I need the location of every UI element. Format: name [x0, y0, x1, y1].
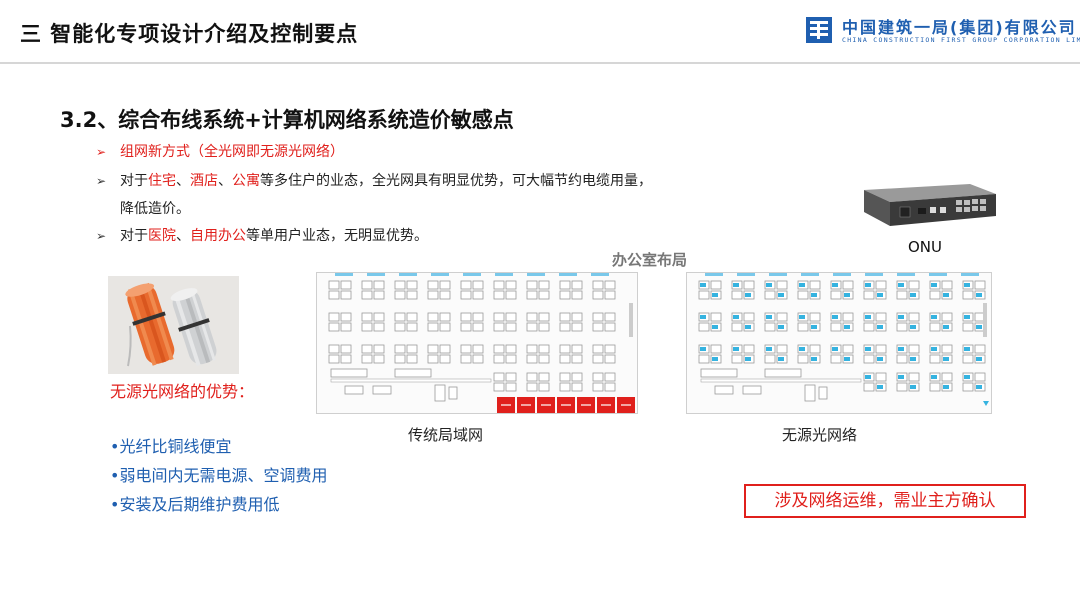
bullet-list: ➢ 组网新方式（全光网即无源光网络） ➢ 对于住宅、酒店、公寓等多住户的业态，全…: [96, 138, 736, 251]
company-name-cn: 中国建筑一局(集团)有限公司: [842, 18, 1077, 37]
separator: 、: [218, 173, 232, 189]
arrow-bullet-icon: ➢: [96, 145, 107, 159]
notice-box: 涉及网络运维，需业主方确认: [744, 484, 1026, 518]
traditional-lan-floorplan: [316, 272, 638, 414]
bullet-item: ➢ 组网新方式（全光网即无源光网络）: [96, 138, 736, 167]
bullet-continuation: 降低造价。: [120, 201, 190, 217]
bullet-text: 等单用户业态，无明显优势。: [246, 228, 428, 244]
section-title: 3.2、综合布线系统+计算机网络系统造价敏感点: [60, 108, 514, 132]
company-name-en: CHINA CONSTRUCTION FIRST GROUP CORPORATI…: [842, 36, 1080, 44]
traditional-lan-label: 传统局域网: [408, 426, 484, 444]
highlight-hotel: 酒店: [190, 173, 218, 189]
diagram-title: 办公室布局: [612, 251, 688, 269]
bullet-text: 组网新方式（全光网即无源光网络）: [120, 144, 344, 160]
onu-label: ONU: [908, 238, 943, 256]
company-logo-icon: [806, 17, 832, 43]
bullet-item: ➢ 对于住宅、酒店、公寓等多住户的业态，全光网具有明显优势，可大幅节约电缆用量，: [96, 167, 736, 196]
advantage-item: •安装及后期维护费用低: [110, 495, 280, 514]
highlight-residential: 住宅: [148, 173, 176, 189]
advantage-item: •弱电间内无需电源、空调费用: [110, 466, 328, 485]
header-divider: [0, 62, 1080, 64]
separator: 、: [176, 173, 190, 189]
arrow-bullet-icon: ➢: [96, 174, 107, 188]
bullet-text: 对于: [120, 173, 148, 189]
pon-floorplan: [686, 272, 992, 414]
onu-device-image: [860, 180, 1000, 230]
highlight-apartment: 公寓: [232, 173, 260, 189]
bullet-item: ➢ 对于医院、自用办公等单用户业态，无明显优势。: [96, 222, 736, 251]
bullet-text: 等多住户的业态，全光网具有明显优势，可大幅节约电缆用量，: [260, 173, 652, 189]
slide-header: 三 智能化专项设计介绍及控制要点 中国建筑一局(集团)有限公司 CHINA CO…: [0, 0, 1080, 64]
separator: 、: [176, 228, 190, 244]
advantage-item: •光纤比铜线便宜: [110, 437, 232, 456]
highlight-office: 自用办公: [190, 228, 246, 244]
bullet-text: 对于: [120, 228, 148, 244]
highlight-hospital: 医院: [148, 228, 176, 244]
fiber-cable-photo: [108, 276, 239, 374]
pon-label: 无源光网络: [782, 426, 858, 444]
arrow-bullet-icon: ➢: [96, 229, 107, 243]
advantage-label: 无源光网络的优势：: [110, 382, 255, 401]
advantage-list: •光纤比铜线便宜 •弱电间内无需电源、空调费用 •安装及后期维护费用低: [110, 432, 327, 519]
header-title: 三 智能化专项设计介绍及控制要点: [20, 22, 359, 46]
